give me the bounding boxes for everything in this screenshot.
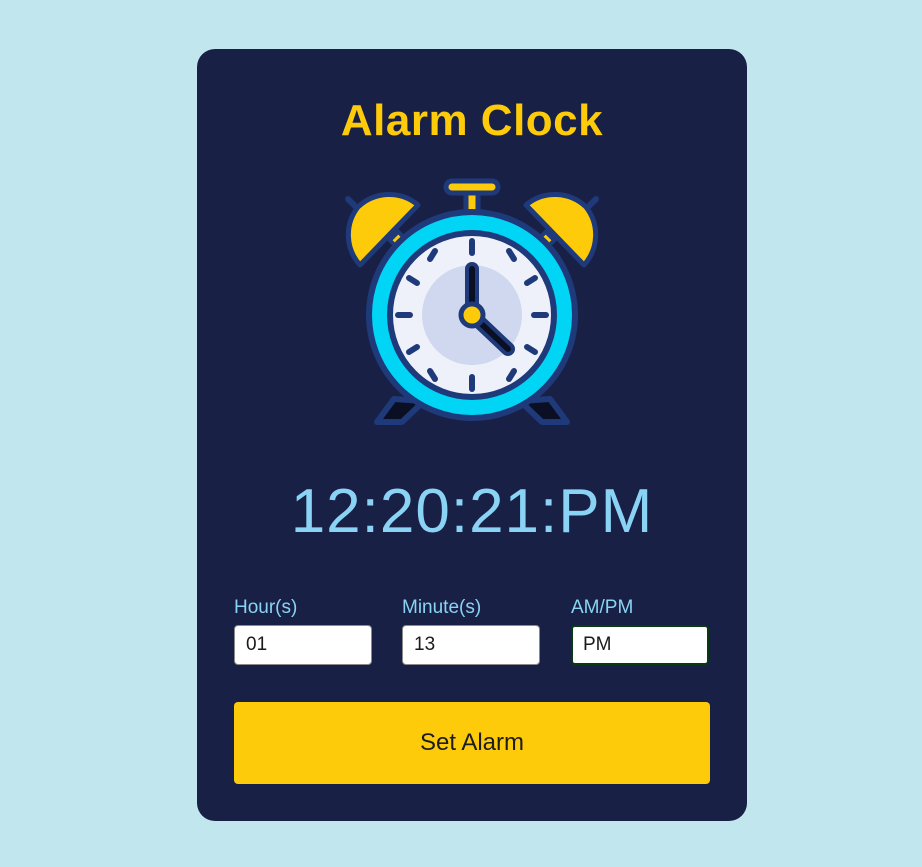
hour-field-group: Hour(s) 01: [234, 595, 372, 665]
minute-label: Minute(s): [402, 597, 482, 618]
minute-field-group: Minute(s) 13: [402, 595, 540, 665]
alarm-clock-icon: [345, 178, 599, 425]
app-title: Alarm Clock: [340, 96, 604, 145]
ampm-field-group: AM/PM PM: [571, 595, 709, 665]
ampm-label: AM/PM: [571, 597, 634, 618]
minute-input[interactable]: 13: [402, 625, 540, 665]
set-alarm-button[interactable]: Set Alarm: [234, 702, 710, 784]
alarm-clock-card: Alarm Clock 12:20:21:PM Hour(s) 01 Minut…: [197, 49, 747, 821]
hour-input[interactable]: 01: [234, 625, 372, 665]
hour-label: Hour(s): [234, 597, 298, 618]
current-time-display: 12:20:21:PM: [290, 477, 654, 546]
ampm-select[interactable]: PM: [571, 625, 709, 665]
